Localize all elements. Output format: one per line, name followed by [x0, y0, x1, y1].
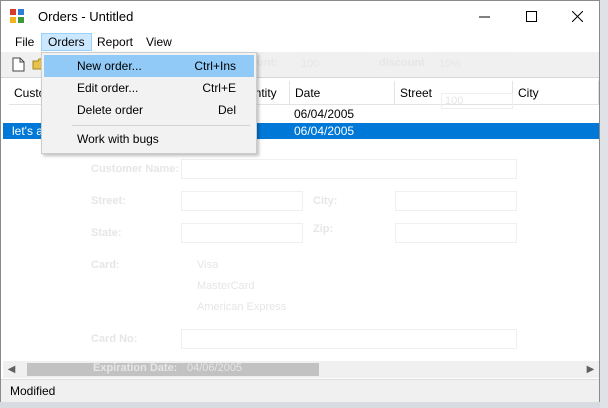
window-title: Orders - Untitled: [38, 9, 134, 24]
orders-window: Orders - Untitled File Orders Report Vie…: [0, 0, 600, 402]
new-document-icon[interactable]: [12, 57, 25, 72]
cell-date: 06/04/2005: [294, 124, 355, 138]
close-icon: [571, 10, 583, 22]
status-text: Modified: [10, 384, 56, 398]
cell-customer: let's a: [12, 124, 43, 138]
maximize-button[interactable]: [508, 1, 554, 31]
ghost-label-card: Card:: [91, 259, 120, 271]
menu-separator: [72, 125, 250, 126]
close-button[interactable]: [554, 1, 600, 31]
menu-item-work-with-bugs[interactable]: Work with bugs: [44, 128, 254, 150]
menu-item-edit-order[interactable]: Edit order... Ctrl+E: [44, 77, 254, 99]
cell-date: 06/04/2005: [294, 107, 355, 121]
header-date[interactable]: Date: [290, 81, 395, 105]
ghost-discount-field: 10%: [435, 55, 515, 73]
minimize-icon: [478, 16, 490, 17]
ghost-label-amount: unt:: [257, 57, 278, 69]
ghost-label-card-no: Card No:: [91, 333, 138, 345]
menu-item-delete-order[interactable]: Delete order Del: [44, 99, 254, 121]
menu-view[interactable]: View: [140, 33, 178, 51]
ghost-label-expiration: Expiration Date:: [93, 362, 178, 374]
app-icon: [10, 9, 24, 23]
status-bar: Modified: [1, 379, 599, 402]
ghost-label-customer-name: Customer Name:: [91, 163, 180, 175]
ghost-radio-mastercard: MasterCard: [197, 280, 255, 292]
ghost-radio-visa: Visa: [197, 259, 219, 271]
ghost-card-no-field: [181, 329, 517, 349]
orders-dropdown-menu: New order... Ctrl+Ins Edit order... Ctrl…: [41, 52, 257, 154]
ghost-label-discount: discount: [379, 57, 425, 69]
ghost-customer-field: [181, 159, 517, 179]
menu-item-new-order[interactable]: New order... Ctrl+Ins: [44, 55, 254, 77]
ghost-state-field: [181, 223, 303, 243]
ghost-zip-field: [395, 223, 517, 243]
ghost-radio-amex: American Express: [197, 301, 287, 313]
ghost-street-field: [181, 191, 303, 211]
horizontal-scrollbar[interactable]: ◀ Expiration Date: 04/06/2005 ▶: [3, 361, 599, 378]
ghost-label-state: State:: [91, 227, 122, 239]
title-bar[interactable]: Orders - Untitled: [1, 1, 599, 31]
minimize-button[interactable]: [461, 1, 507, 31]
scroll-left-arrow-icon[interactable]: ◀: [3, 361, 20, 378]
ghost-label-city: City:: [313, 195, 338, 207]
scroll-right-arrow-icon[interactable]: ▶: [582, 361, 599, 378]
ghost-expiration-value: 04/06/2005: [187, 362, 243, 374]
menu-orders[interactable]: Orders: [41, 33, 92, 51]
ghost-label-zip: Zip:: [313, 223, 334, 235]
menu-bar: File Orders Report View: [1, 31, 599, 52]
menu-report[interactable]: Report: [91, 33, 139, 51]
maximize-icon: [525, 10, 537, 22]
desktop-background: [600, 0, 608, 408]
ghost-city-field: [395, 191, 517, 211]
ghost-amount-field: 100: [297, 55, 367, 73]
menu-file[interactable]: File: [9, 33, 40, 51]
header-city[interactable]: City: [513, 81, 599, 105]
ghost-label-street: Street:: [91, 195, 126, 207]
